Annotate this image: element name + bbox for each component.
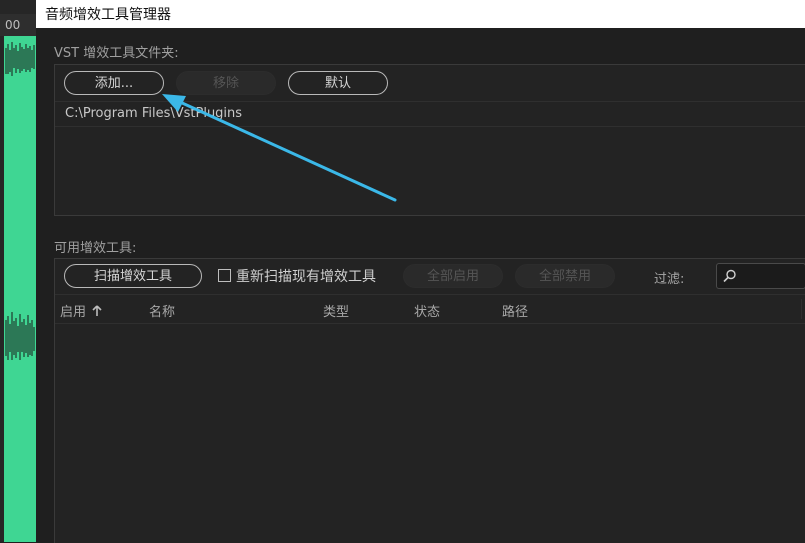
add-button[interactable]: 添加...	[64, 71, 164, 95]
filter-input[interactable]	[716, 263, 805, 289]
folder-path: C:\Program Files\VstPlugins	[65, 106, 243, 121]
dialog-title: 音频增效工具管理器	[45, 7, 171, 23]
vst-folders-panel: 添加... 移除 默认 C:\Program Files\VstPlugins	[54, 64, 805, 216]
filter-label: 过滤:	[654, 272, 685, 287]
column-enabled[interactable]: 启用	[60, 301, 102, 320]
default-button[interactable]: 默认	[288, 71, 388, 95]
disable-all-button[interactable]: 全部禁用	[515, 264, 615, 288]
plugins-panel: 扫描增效工具 重新扫描现有增效工具 全部启用 全部禁用 过滤: 启用 名称 类型…	[54, 258, 805, 543]
rescan-existing-label: 重新扫描现有增效工具	[236, 269, 376, 285]
search-icon	[723, 269, 736, 283]
dialog-body: VST 增效工具文件夹: 添加... 移除 默认 C:\Program File…	[36, 28, 805, 543]
plugin-table-header: 启用 名称 类型 状态 路径	[55, 295, 805, 323]
column-type[interactable]: 类型	[323, 301, 349, 320]
column-status[interactable]: 状态	[414, 301, 440, 320]
remove-button[interactable]: 移除	[176, 71, 276, 95]
folder-row-divider	[55, 126, 805, 127]
column-enabled-label: 启用	[60, 305, 87, 320]
column-name[interactable]: 名称	[149, 301, 175, 320]
vst-folders-label: VST 增效工具文件夹:	[54, 46, 179, 61]
timeline-ruler: 00	[0, 14, 36, 36]
dialog-titlebar: 音频增效工具管理器	[36, 0, 805, 28]
waveform-peaks	[5, 42, 35, 360]
available-plugins-label: 可用增效工具:	[54, 241, 137, 256]
audio-plugin-manager-dialog: 音频增效工具管理器 VST 增效工具文件夹: 添加... 移除 默认 C:\Pr…	[36, 0, 805, 543]
sort-ascending-icon	[92, 305, 102, 316]
column-separator	[801, 299, 802, 319]
rescan-existing-checkbox[interactable]	[218, 269, 231, 282]
folder-list-item[interactable]: C:\Program Files\VstPlugins	[55, 102, 805, 126]
background-waveform-track: 00	[0, 0, 36, 542]
column-path[interactable]: 路径	[502, 301, 528, 320]
scan-plugins-button[interactable]: 扫描增效工具	[64, 264, 202, 288]
enable-all-button[interactable]: 全部启用	[403, 264, 503, 288]
plugin-table-body[interactable]	[55, 324, 805, 543]
timeline-label: 00	[5, 18, 21, 32]
